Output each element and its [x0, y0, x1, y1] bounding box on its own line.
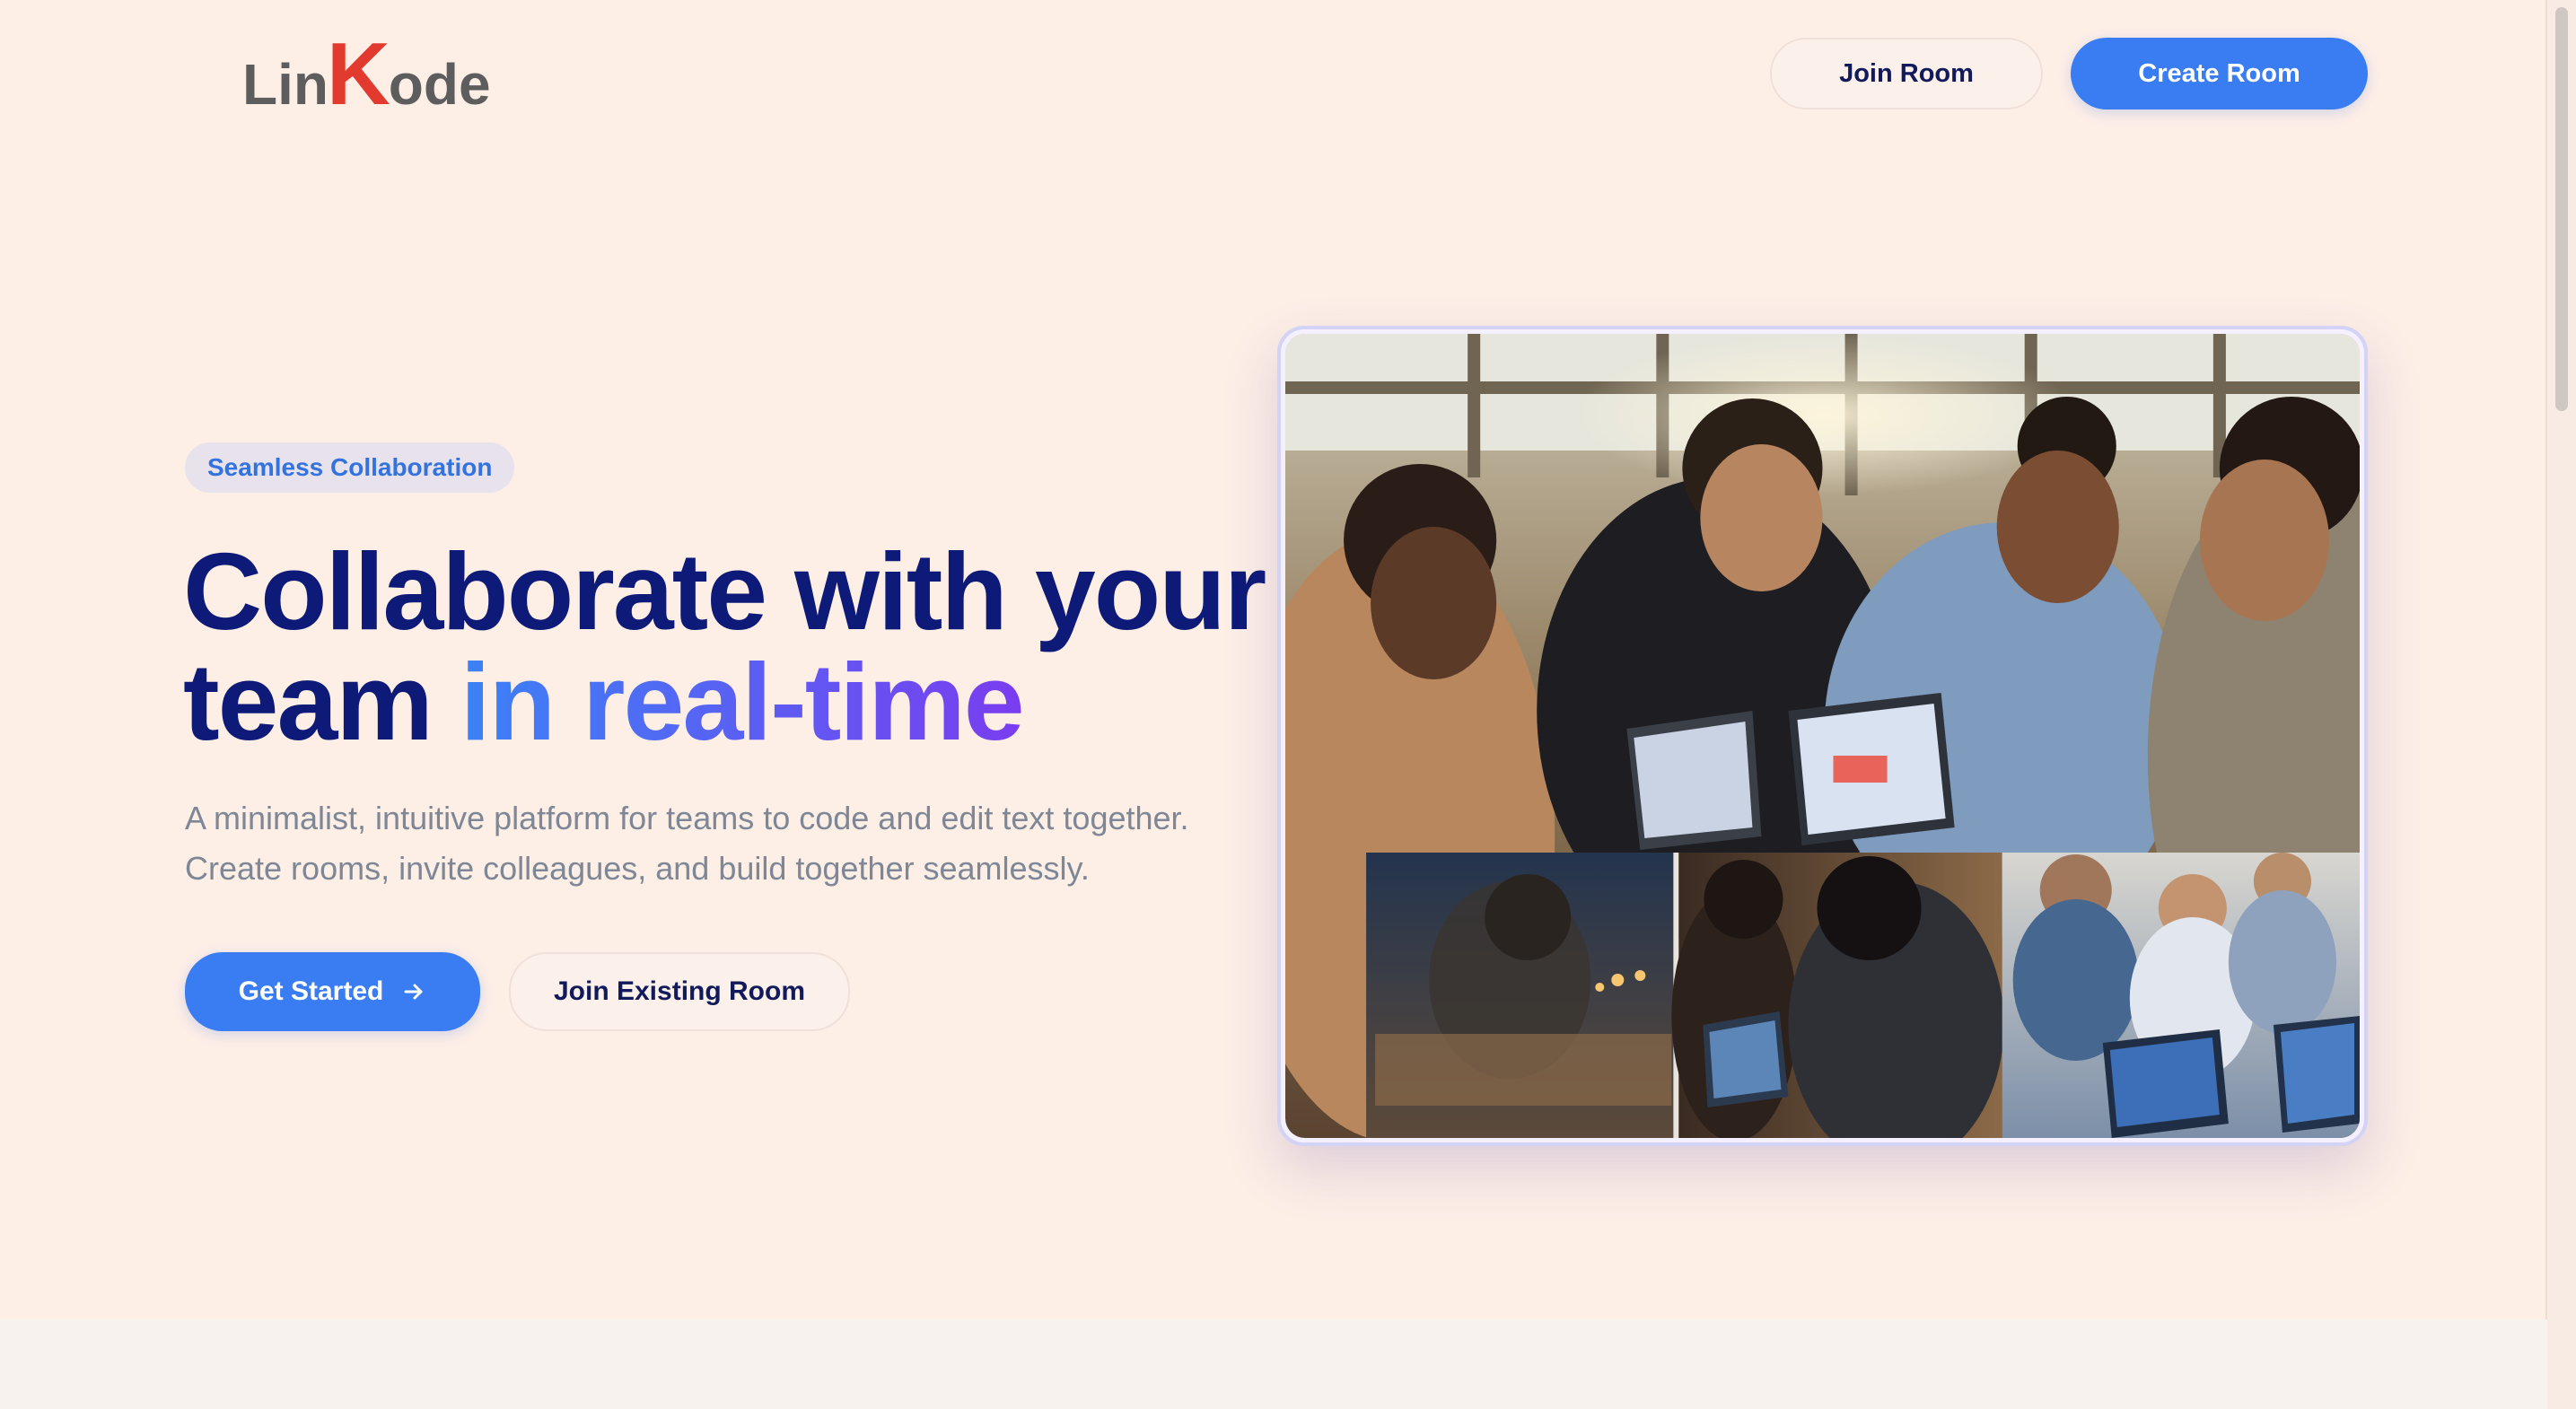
- join-room-button[interactable]: Join Room: [1770, 38, 2043, 109]
- arrow-right-icon: [401, 979, 426, 1004]
- hero-headline: Collaborate with your team in real-time: [183, 537, 1296, 757]
- get-started-button[interactable]: Get Started: [185, 952, 480, 1031]
- logo-text-ode: ode: [388, 52, 491, 117]
- headline-line-2-plain: team: [183, 641, 460, 763]
- next-section-preview: [0, 1319, 2547, 1409]
- page-scrollbar[interactable]: [2545, 0, 2576, 1409]
- join-existing-room-button[interactable]: Join Existing Room: [509, 952, 850, 1031]
- create-room-button[interactable]: Create Room: [2071, 38, 2368, 109]
- headline-highlight: in real-time: [460, 641, 1025, 763]
- get-started-label: Get Started: [238, 976, 384, 1006]
- seamless-collaboration-badge: Seamless Collaboration: [185, 442, 515, 493]
- scrollbar-thumb[interactable]: [2555, 7, 2568, 411]
- team-collaboration-photo: [1285, 334, 2360, 1138]
- headline-line-1: Collaborate with your: [183, 530, 1266, 652]
- logo-text-k: K: [326, 23, 390, 123]
- hero-description: A minimalist, intuitive platform for tea…: [185, 793, 1334, 894]
- logo-text-lin: Lin: [242, 52, 329, 117]
- linkode-logo[interactable]: Lin K ode: [242, 23, 491, 123]
- description-line-1: A minimalist, intuitive platform for tea…: [185, 800, 1189, 836]
- hero-image-frame: [1277, 326, 2368, 1146]
- description-line-2: Create rooms, invite colleagues, and bui…: [185, 850, 1090, 887]
